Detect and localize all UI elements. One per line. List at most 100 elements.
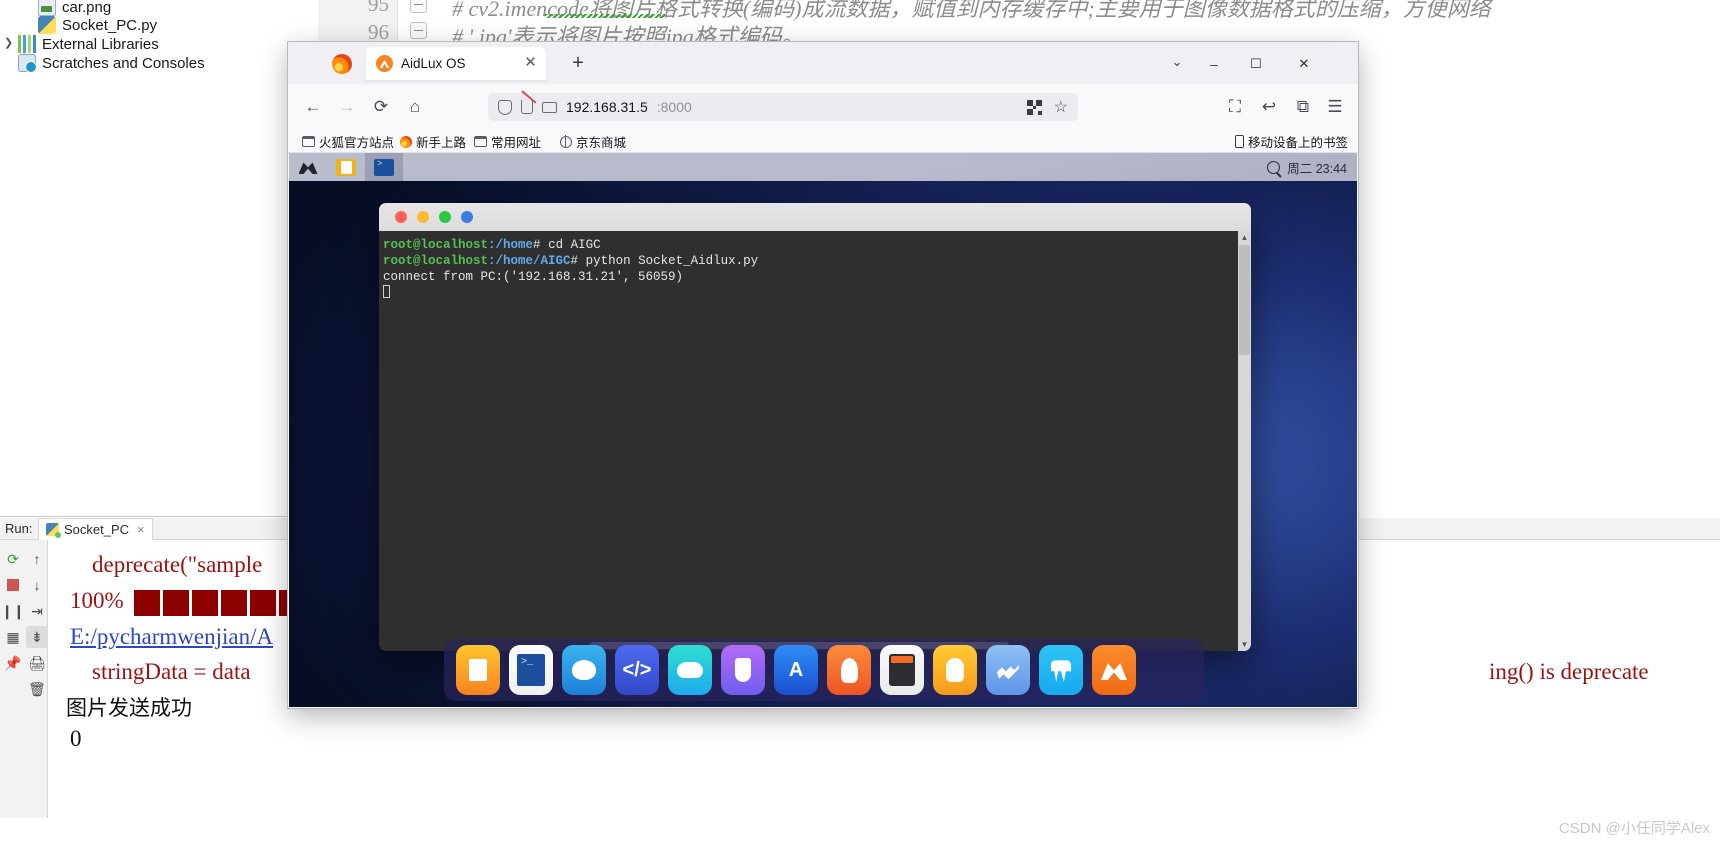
home-button[interactable]: ⌂: [402, 94, 428, 120]
close-window-button[interactable]: ✕: [1290, 52, 1318, 76]
dock-lightbulb-icon[interactable]: [827, 645, 871, 695]
extra-dot-icon[interactable]: [461, 211, 473, 223]
output-line-file-link[interactable]: E:/pycharmwenjian/A: [70, 624, 273, 650]
taskbar-file-manager-icon[interactable]: [327, 153, 365, 181]
terminal-titlebar[interactable]: [379, 203, 1251, 231]
print-button[interactable]: 🖨: [26, 652, 48, 674]
aidlux-logo-icon[interactable]: [289, 153, 327, 181]
scrollbar-thumb[interactable]: [1239, 245, 1250, 355]
bookmark-item-3[interactable]: 京东商城: [560, 132, 626, 151]
search-icon[interactable]: [1267, 160, 1281, 174]
tree-item-socket-pc-py[interactable]: Socket_PC.py: [38, 16, 157, 34]
cursor-block: [383, 285, 390, 298]
bookmark-item-mobile[interactable]: 移动设备上的书签: [1234, 132, 1348, 151]
back-button[interactable]: ←: [300, 94, 326, 120]
terminal-prompt-path: :/home/AIGC: [488, 254, 571, 268]
editor-gutter: 95 96: [318, 0, 398, 44]
browser-tab-aidlux-os[interactable]: AidLux OS ✕: [366, 47, 546, 80]
line-number: 95: [368, 0, 389, 16]
output-line-zero: 0: [70, 726, 82, 751]
close-icon[interactable]: ×: [137, 522, 145, 537]
page-info-icon[interactable]: [542, 101, 557, 113]
maximize-button[interactable]: ☐: [1242, 52, 1270, 76]
extension-icon[interactable]: ⛶: [1222, 94, 1248, 120]
expand-arrow-icon[interactable]: ❯: [4, 36, 13, 49]
soft-wrap-button[interactable]: ⇥: [26, 600, 48, 622]
dock-browser-icon[interactable]: [562, 645, 606, 695]
url-port: :8000: [656, 99, 692, 115]
container-icon[interactable]: ⧉: [1290, 94, 1316, 120]
fold-marker-icon[interactable]: [410, 22, 427, 39]
run-tab-socket-pc[interactable]: Socket_PC ×: [38, 518, 153, 540]
watermark: CSDN @小任同学Alex: [1558, 820, 1710, 837]
dock-paint-icon[interactable]: [721, 645, 765, 695]
down-arrow-button[interactable]: ↓: [26, 574, 48, 596]
output-line-success: 图片发送成功: [66, 697, 192, 720]
url-bar[interactable]: 192.168.31.5 :8000 ☆: [488, 90, 1078, 121]
pin-button[interactable]: 📌: [2, 652, 24, 674]
run-toolbar: ⟳ ❙❙ ▦ 📌 ↑ ↓ ⇥ ⇟ 🖨 🗑: [0, 540, 48, 818]
close-dot-icon[interactable]: [395, 211, 407, 223]
minimize-dot-icon[interactable]: [417, 211, 429, 223]
dock-touch-icon[interactable]: [933, 645, 977, 695]
clear-all-button[interactable]: 🗑: [26, 678, 48, 700]
stop-button[interactable]: [2, 574, 24, 596]
close-icon[interactable]: ✕: [523, 55, 538, 71]
bookmark-label: 火狐官方站点: [319, 136, 395, 150]
shield-icon[interactable]: [498, 99, 512, 115]
scratches-icon: [18, 54, 37, 73]
dock-cloud-icon[interactable]: [668, 645, 712, 695]
terminal-output[interactable]: root@localhost:/home# cd AIGC root@local…: [379, 231, 1251, 651]
dock-calculator-icon[interactable]: [880, 645, 924, 695]
up-arrow-button[interactable]: ↑: [26, 548, 48, 570]
bookmark-label: 移动设备上的书签: [1247, 136, 1348, 150]
terminal-prompt-tail: #: [570, 254, 586, 268]
list-all-tabs-button[interactable]: ⌄: [1166, 54, 1188, 74]
undo-icon[interactable]: ↩: [1256, 94, 1282, 120]
terminal-scrollbar[interactable]: ▲ ▼: [1238, 231, 1251, 651]
bookmark-item-2[interactable]: 常用网址: [474, 132, 541, 151]
taskbar-terminal-icon[interactable]: [365, 153, 403, 181]
dock-file-manager-icon[interactable]: [456, 645, 500, 695]
dock-aidlux-icon[interactable]: [1092, 645, 1136, 695]
menu-button[interactable]: ☰: [1322, 94, 1348, 120]
bookmark-item-1[interactable]: 新手上路: [400, 132, 466, 151]
tree-item-external-libraries[interactable]: External Libraries: [18, 35, 159, 53]
spellcheck-squiggle: [545, 14, 665, 18]
firefox-logo-icon: [332, 54, 352, 74]
tree-item-label: car.png: [62, 0, 112, 16]
output-line-deprecate: deprecate("sample: [92, 552, 263, 577]
layout-button[interactable]: ▦: [2, 626, 24, 648]
terminal-line-3: connect from PC:('192.168.31.21', 56059): [383, 270, 684, 284]
tree-item-scratches-and-consoles[interactable]: Scratches and Consoles: [18, 54, 205, 73]
scroll-up-arrow-icon[interactable]: ▲: [1238, 231, 1251, 244]
fold-marker-icon[interactable]: [410, 0, 427, 13]
bookmark-item-0[interactable]: 火狐官方站点: [302, 132, 394, 151]
pause-button[interactable]: ❙❙: [1, 600, 24, 622]
dock-code-editor-icon[interactable]: </>: [615, 645, 659, 695]
dock-elephant-icon[interactable]: [1039, 645, 1083, 695]
bookmark-star-icon[interactable]: ☆: [1054, 97, 1068, 117]
terminal-command: cd AIGC: [548, 238, 601, 252]
maximize-dot-icon[interactable]: [439, 211, 451, 223]
terminal-line-1: root@localhost:/home# cd AIGC: [383, 237, 1251, 253]
aidlux-dock: >_ </> A: [444, 639, 1204, 701]
firefox-icon: [400, 135, 412, 148]
new-tab-button[interactable]: +: [568, 53, 588, 74]
scroll-down-arrow-icon[interactable]: ▼: [1238, 638, 1251, 651]
python-file-icon: [38, 16, 56, 34]
terminal-prompt-user: root@localhost: [383, 254, 489, 268]
dock-terminal-icon[interactable]: >_: [509, 645, 553, 695]
dock-aid-app-icon[interactable]: A: [774, 645, 818, 695]
rerun-button[interactable]: ⟳: [2, 548, 24, 570]
scroll-to-end-button[interactable]: ⇟: [26, 626, 48, 648]
reload-button[interactable]: ⟳: [368, 94, 394, 120]
terminal-window[interactable]: root@localhost:/home# cd AIGC root@local…: [379, 203, 1251, 651]
dock-tools-icon[interactable]: [986, 645, 1030, 695]
aidlux-desktop[interactable]: 周二 23:44 root@localhost:/home# cd AIGC r…: [289, 153, 1357, 707]
forward-button[interactable]: →: [334, 94, 360, 120]
minimize-button[interactable]: –: [1200, 52, 1228, 76]
qr-icon[interactable]: [1026, 99, 1042, 115]
lock-crossed-icon[interactable]: [521, 90, 537, 114]
tree-item-car-png[interactable]: car.png: [38, 0, 111, 16]
